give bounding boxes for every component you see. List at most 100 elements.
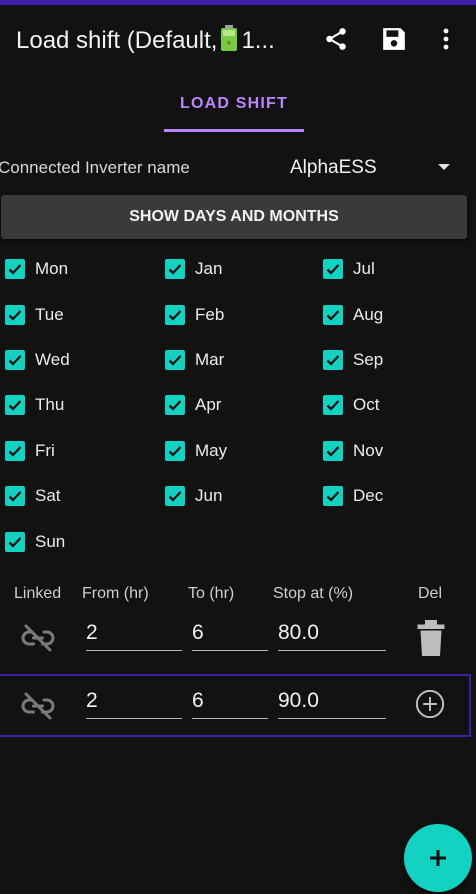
check-icon xyxy=(168,491,182,502)
stop-at-input[interactable] xyxy=(278,616,386,651)
checkbox[interactable] xyxy=(323,441,343,461)
tab-label: LOAD SHIFT xyxy=(180,95,288,112)
checkbox[interactable] xyxy=(5,395,25,415)
checkbox[interactable] xyxy=(323,486,343,506)
checkbox-label: Mar xyxy=(195,350,225,369)
checkbox[interactable] xyxy=(165,486,185,506)
checkbox-label: Feb xyxy=(195,305,225,324)
from-hour-input[interactable] xyxy=(86,684,182,719)
checkbox-day-sun[interactable]: Sun xyxy=(5,532,65,552)
checkbox[interactable] xyxy=(323,305,343,325)
inverter-value: AlphaESS xyxy=(290,157,377,178)
checkbox-day-mon[interactable]: Mon xyxy=(5,259,68,279)
add-circle-icon[interactable] xyxy=(410,684,450,724)
checkbox-month-sep[interactable]: Sep xyxy=(323,350,383,370)
check-icon xyxy=(8,310,22,321)
checkbox-month-oct[interactable]: Oct xyxy=(323,395,379,415)
header-from: From (hr) xyxy=(82,585,149,602)
checkbox-label: Thu xyxy=(35,395,65,414)
from-hour-input[interactable] xyxy=(86,616,182,651)
check-icon xyxy=(168,446,182,457)
checkbox[interactable] xyxy=(5,350,25,370)
checkbox-month-aug[interactable]: Aug xyxy=(323,305,383,325)
save-icon[interactable] xyxy=(378,23,410,55)
checkbox-month-jun[interactable]: Jun xyxy=(165,486,222,506)
checkbox[interactable] xyxy=(5,532,25,552)
checkbox[interactable] xyxy=(165,441,185,461)
checkbox-month-dec[interactable]: Dec xyxy=(323,486,383,506)
tab-indicator xyxy=(164,129,304,132)
checkbox-label: Jun xyxy=(195,486,223,505)
header-linked: Linked xyxy=(14,585,62,602)
checkbox-day-wed[interactable]: Wed xyxy=(5,350,70,370)
check-icon xyxy=(8,264,22,275)
check-icon xyxy=(326,264,340,275)
check-icon xyxy=(168,400,182,411)
checkbox[interactable] xyxy=(165,395,185,415)
checkbox-label: Nov xyxy=(353,441,384,460)
check-icon xyxy=(326,355,340,366)
checkbox-month-apr[interactable]: Apr xyxy=(165,395,221,415)
more-vert-icon[interactable] xyxy=(430,23,462,55)
checkbox-month-mar[interactable]: Mar xyxy=(165,350,224,370)
checkbox[interactable] xyxy=(323,395,343,415)
checkbox[interactable] xyxy=(5,441,25,461)
checkbox[interactable] xyxy=(165,305,185,325)
checkbox-day-fri[interactable]: Fri xyxy=(5,441,55,461)
check-icon xyxy=(326,310,340,321)
check-icon xyxy=(168,310,182,321)
to-hour-input[interactable] xyxy=(192,684,268,719)
checkbox-label: May xyxy=(195,441,228,460)
checkbox-label: Sat xyxy=(35,486,61,505)
check-icon xyxy=(326,491,340,502)
inverter-label: Connected Inverter name xyxy=(0,158,190,177)
checkbox-label: Tue xyxy=(35,305,64,324)
header-del: Del xyxy=(418,585,443,602)
header-to: To (hr) xyxy=(188,585,235,602)
checkbox[interactable] xyxy=(165,259,185,279)
check-icon xyxy=(8,491,22,502)
checkbox-label: Jul xyxy=(353,259,375,278)
checkbox-month-feb[interactable]: Feb xyxy=(165,305,224,325)
link-off-icon[interactable] xyxy=(18,686,58,726)
checkbox-month-may[interactable]: May xyxy=(165,441,227,461)
checkbox[interactable] xyxy=(323,350,343,370)
checkbox-month-jan[interactable]: Jan xyxy=(165,259,222,279)
checkbox-month-jul[interactable]: Jul xyxy=(323,259,375,279)
add-fab-button[interactable] xyxy=(404,824,472,892)
inverter-dropdown[interactable]: AlphaESS xyxy=(282,150,458,186)
check-icon xyxy=(326,400,340,411)
checkbox-label: Oct xyxy=(353,395,380,414)
checkbox-label: Mon xyxy=(35,259,69,278)
checkbox[interactable] xyxy=(5,486,25,506)
check-icon xyxy=(8,400,22,411)
checkbox-label: Fri xyxy=(35,441,55,460)
header-stop: Stop at (%) xyxy=(273,585,354,602)
checkbox-day-thu[interactable]: Thu xyxy=(5,395,64,415)
checkbox-label: Jan xyxy=(195,259,223,278)
to-hour-input[interactable] xyxy=(192,616,268,651)
checkbox-label: Aug xyxy=(353,305,384,324)
tab-load-shift[interactable]: LOAD SHIFT xyxy=(164,90,304,132)
checkbox-label: Sep xyxy=(353,350,384,369)
stop-at-input[interactable] xyxy=(278,684,386,719)
checkbox[interactable] xyxy=(323,259,343,279)
app-bar: Load shift (Default, +1... xyxy=(0,5,476,77)
show-days-months-button[interactable]: SHOW DAYS AND MONTHS xyxy=(1,195,467,239)
checkbox-month-nov[interactable]: Nov xyxy=(323,441,383,461)
checkbox-label: Dec xyxy=(353,486,384,505)
checkbox-day-tue[interactable]: Tue xyxy=(5,305,64,325)
checkbox-label: Apr xyxy=(195,395,222,414)
checkbox[interactable] xyxy=(5,305,25,325)
share-icon[interactable] xyxy=(320,23,352,55)
check-icon xyxy=(326,446,340,457)
battery-icon: + xyxy=(220,25,238,58)
delete-icon[interactable] xyxy=(411,618,451,658)
dropdown-arrow-icon xyxy=(438,164,450,170)
checkbox-day-sat[interactable]: Sat xyxy=(5,486,61,506)
check-icon xyxy=(8,537,22,548)
checkbox[interactable] xyxy=(165,350,185,370)
checkbox[interactable] xyxy=(5,259,25,279)
link-off-icon[interactable] xyxy=(18,618,58,658)
check-icon xyxy=(168,355,182,366)
